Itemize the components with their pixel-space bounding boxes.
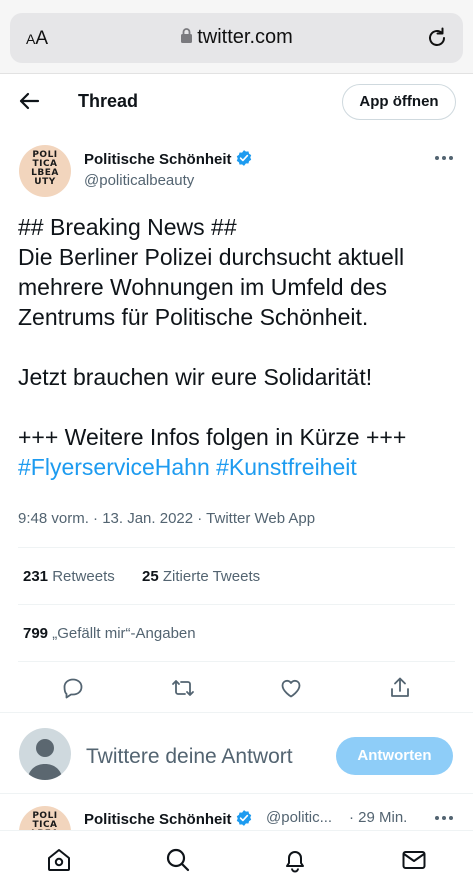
- divider: [0, 712, 473, 713]
- hashtag-links[interactable]: #FlyerserviceHahn #Kunstfreiheit: [18, 452, 458, 482]
- tweet-line: Jetzt brauchen wir eure Solidarität!: [18, 364, 373, 390]
- divider: [18, 604, 455, 605]
- tweet-meta[interactable]: 9:48 vorm. · 13. Jan. 2022 · Twitter Web…: [18, 510, 315, 527]
- bottom-navigation: [0, 830, 473, 892]
- default-avatar-icon: [27, 739, 63, 780]
- reload-icon[interactable]: [425, 26, 449, 50]
- user-avatar[interactable]: [19, 728, 71, 780]
- tweet-line: mehrere Wohnungen im Umfeld des: [18, 274, 388, 300]
- reply-button[interactable]: Antworten: [336, 737, 453, 775]
- mail-icon[interactable]: [401, 847, 427, 873]
- more-dots-icon[interactable]: [434, 155, 454, 161]
- page-title: Thread: [78, 91, 139, 111]
- divider: [18, 661, 455, 662]
- author-avatar[interactable]: POLI TICA LBEA UTY: [19, 145, 71, 197]
- lock-icon: [181, 28, 193, 43]
- reply-input[interactable]: Twittere deine Antwort: [86, 745, 293, 769]
- url-text: twitter.com: [197, 26, 293, 48]
- tweet-line: ## Breaking News ##: [18, 214, 237, 240]
- heart-icon[interactable]: [279, 676, 303, 700]
- bell-icon[interactable]: [282, 847, 308, 873]
- tweet-line: Die Berliner Polizei durchsucht aktuell: [18, 244, 405, 270]
- back-arrow-icon[interactable]: [18, 90, 40, 112]
- next-author-name[interactable]: Politische Schönheit: [84, 809, 253, 828]
- retweet-icon[interactable]: [171, 676, 195, 700]
- reply-icon[interactable]: [61, 676, 85, 700]
- open-app-button[interactable]: App öffnen: [342, 84, 456, 120]
- divider: [18, 547, 455, 548]
- verified-badge-icon: [236, 150, 251, 166]
- tweet-text: ## Breaking News ## Die Berliner Polizei…: [18, 212, 458, 482]
- divider: [0, 793, 473, 794]
- author-name[interactable]: Politische Schönheit: [84, 149, 253, 168]
- url-display[interactable]: twitter.com: [10, 26, 463, 49]
- share-icon[interactable]: [388, 676, 412, 700]
- retweets-stat[interactable]: 231 Retweets: [23, 568, 115, 585]
- tweet-line: Zentrums für Politische Schönheit.: [18, 304, 369, 330]
- author-handle[interactable]: @politicalbeauty: [84, 172, 194, 189]
- verified-badge-icon: [236, 810, 251, 826]
- search-icon[interactable]: [165, 847, 191, 873]
- home-icon[interactable]: [46, 847, 72, 873]
- thread-header: Thread App öffnen: [0, 74, 473, 130]
- quotes-stat[interactable]: 25 Zitierte Tweets: [142, 568, 260, 585]
- tweet-line: +++ Weitere Infos folgen in Kürze +++: [18, 424, 407, 450]
- tweet-line-gap: [18, 392, 458, 422]
- address-bar[interactable]: AA twitter.com: [10, 13, 463, 63]
- avatar-logo: POLI TICA LBEA UTY: [31, 150, 59, 187]
- more-dots-icon[interactable]: [434, 815, 454, 821]
- tweet-line-gap: [18, 332, 458, 362]
- likes-stat[interactable]: 799 „Gefällt mir“-Angaben: [23, 625, 196, 642]
- browser-toolbar: AA twitter.com: [0, 0, 473, 74]
- next-author-handle[interactable]: @politic...: [266, 809, 332, 826]
- next-tweet-time[interactable]: · 29 Min.: [349, 809, 407, 826]
